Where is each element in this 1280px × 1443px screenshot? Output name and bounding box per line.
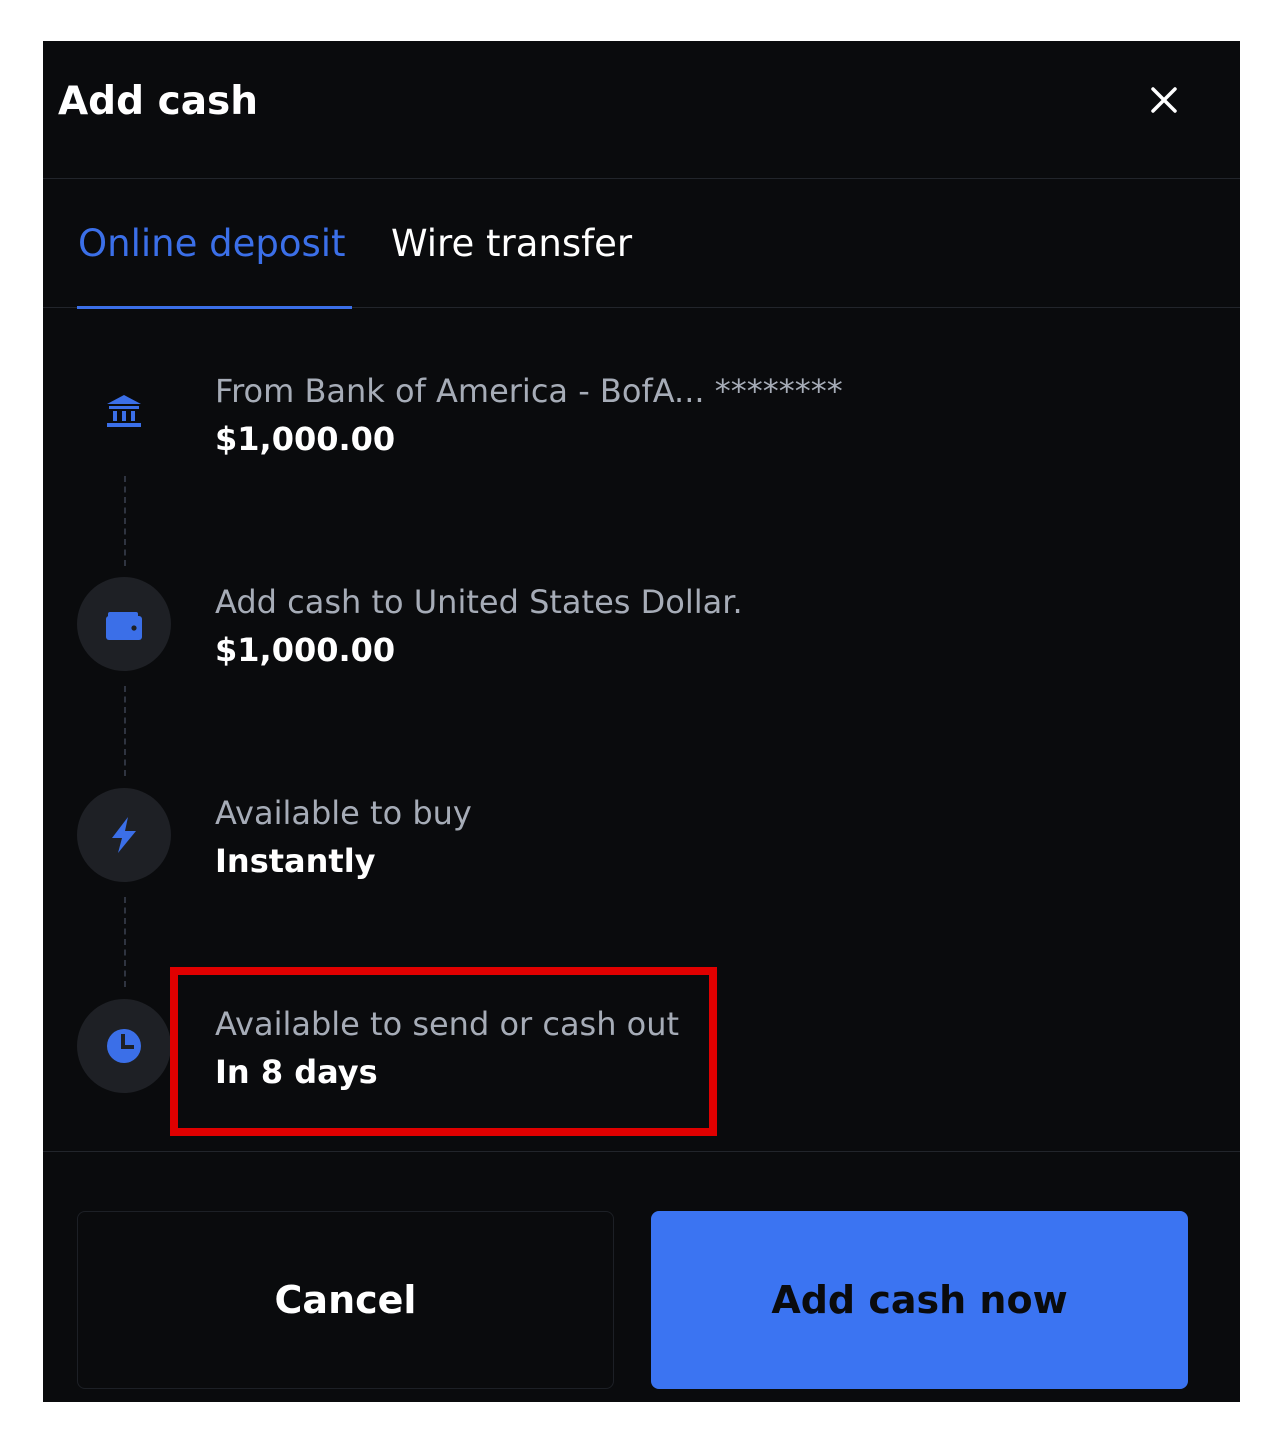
bank-icon	[77, 364, 171, 458]
lightning-icon	[77, 788, 171, 882]
step-value: $1,000.00	[215, 631, 396, 669]
close-icon[interactable]	[1143, 79, 1185, 121]
step-label: Available to buy	[215, 794, 472, 832]
step-connector	[124, 897, 126, 987]
modal-title: Add cash	[58, 79, 259, 124]
tab-wire-transfer[interactable]: Wire transfer	[391, 221, 632, 267]
cancel-button[interactable]: Cancel	[77, 1211, 614, 1389]
modal-footer: Cancel Add cash now	[43, 1151, 1240, 1402]
deposit-tabs: Online deposit Wire transfer	[43, 179, 1240, 309]
step-add-cash: Add cash to United States Dollar. $1,000…	[215, 582, 743, 670]
step-value: Instantly	[215, 842, 376, 880]
step-source-bank: From Bank of America - BofA... ******** …	[215, 371, 843, 459]
step-value: $1,000.00	[215, 420, 396, 458]
step-connector	[124, 476, 126, 566]
step-label: From Bank of America - BofA... ********	[215, 372, 843, 410]
wallet-icon	[77, 577, 171, 671]
step-connector	[124, 686, 126, 776]
modal-header: Add cash	[43, 41, 1240, 179]
active-tab-indicator	[77, 306, 352, 309]
step-available-buy: Available to buy Instantly	[215, 793, 472, 881]
add-cash-modal: Add cash Online deposit Wire transfer Fr…	[43, 41, 1240, 1402]
step-label: Add cash to United States Dollar.	[215, 583, 743, 621]
highlight-box	[170, 967, 717, 1136]
add-cash-now-button[interactable]: Add cash now	[651, 1211, 1188, 1389]
tab-online-deposit[interactable]: Online deposit	[78, 221, 346, 267]
clock-icon	[77, 999, 171, 1093]
